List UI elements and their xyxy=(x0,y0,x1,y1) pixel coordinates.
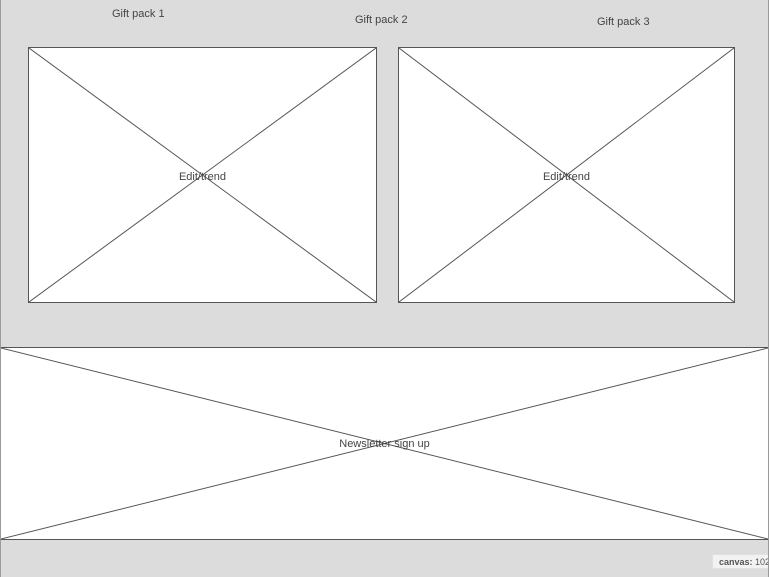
gift-pack-3-title: Gift pack 3 xyxy=(597,16,650,28)
newsletter-signup-placeholder[interactable]: Newsletter sign up xyxy=(1,347,768,540)
gift-pack-2-title: Gift pack 2 xyxy=(355,14,408,26)
wireframe-canvas: Gift pack 1 Gift pack 2 Gift pack 3 Edit… xyxy=(0,0,769,577)
canvas-badge-value: 1022 xyxy=(755,557,768,567)
trend-image-placeholder-2[interactable]: Edit/trend xyxy=(398,47,735,303)
trend-image-label-1: Edit/trend xyxy=(178,171,227,183)
trend-image-label-2: Edit/trend xyxy=(542,171,591,183)
gift-pack-1-title: Gift pack 1 xyxy=(112,8,165,20)
trend-image-placeholder-1[interactable]: Edit/trend xyxy=(28,47,377,303)
newsletter-signup-label: Newsletter sign up xyxy=(339,438,430,450)
canvas-size-badge: canvas: 1022 xyxy=(712,554,768,569)
canvas-badge-label: canvas: xyxy=(719,557,753,567)
